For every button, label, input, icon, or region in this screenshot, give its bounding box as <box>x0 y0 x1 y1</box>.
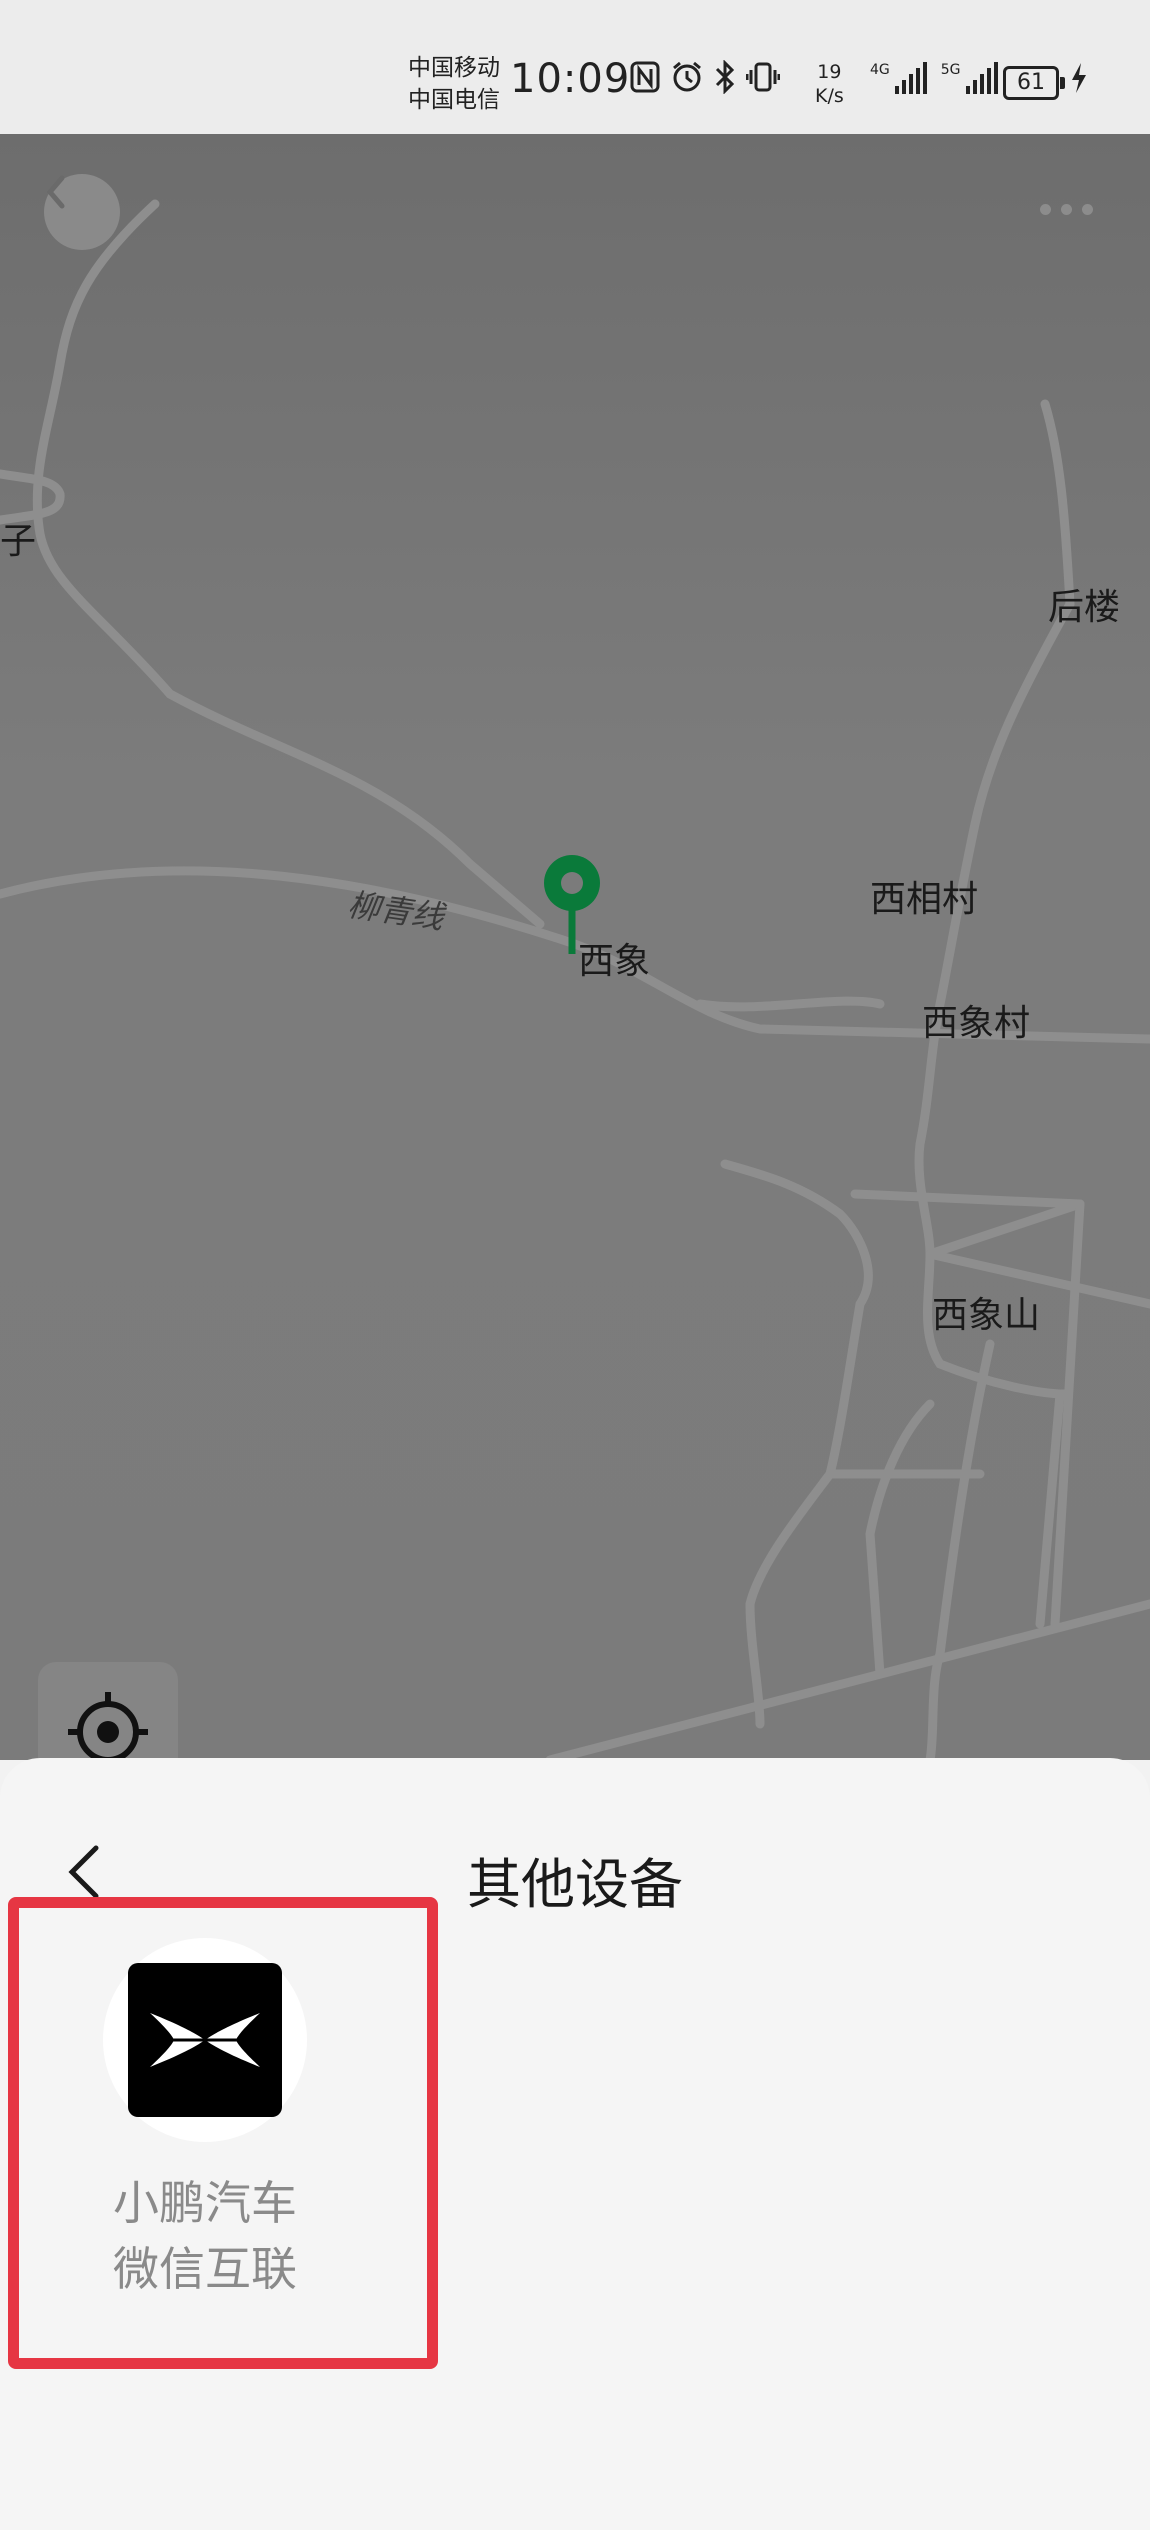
map-label-houlou: 后楼 <box>1048 587 1121 628</box>
map-label-zi: 子 <box>0 521 37 562</box>
my-location-button[interactable] <box>38 1662 178 1760</box>
net-speed-unit: K/s <box>815 85 844 107</box>
map-label-xixiangcun-a: 西相村 <box>870 879 979 920</box>
vibrate-icon <box>745 60 781 102</box>
location-pin-icon[interactable] <box>537 850 607 960</box>
crosshair-icon <box>68 1692 148 1760</box>
nfc-icon <box>630 61 660 101</box>
sim2-signal-icon: 5G <box>941 62 998 94</box>
xpeng-logo-icon <box>128 1963 282 2117</box>
status-icons <box>630 59 781 102</box>
map-back-button[interactable] <box>44 174 120 250</box>
clock: 10:09 <box>510 56 631 102</box>
signal-indicators: 4G 5G <box>870 62 998 94</box>
charging-icon <box>1070 62 1088 102</box>
chevron-left-icon <box>46 175 65 209</box>
map-label-xixiangcun-b: 西象村 <box>922 1003 1031 1044</box>
network-speed: 19 K/s <box>815 60 844 108</box>
device-name: 小鹏汽车 微信互联 <box>60 2170 350 2302</box>
device-item-xpeng[interactable]: 小鹏汽车 微信互联 <box>60 1938 350 2302</box>
sim1-signal-icon: 4G <box>870 62 927 94</box>
alarm-icon <box>670 60 704 102</box>
map-label-xixiangshan: 西象山 <box>932 1295 1041 1336</box>
device-icon-circle <box>103 1938 307 2142</box>
other-devices-sheet: 其他设备 小鹏汽车 微信互联 <box>0 1758 1150 2530</box>
map-view[interactable]: 子 后楼 西相村 西象 西象村 西象山 柳青线 <box>0 134 1150 1760</box>
sim2-network-type: 5G <box>940 62 961 78</box>
carrier-1: 中国移动 <box>408 55 500 81</box>
net-speed-value: 19 <box>817 61 842 83</box>
device-name-line1: 小鹏汽车 <box>113 2176 297 2230</box>
status-bar: 中国移动 中国电信 10:09 19 K/s 4G 5G 61 <box>0 0 1150 134</box>
bluetooth-icon <box>714 59 736 102</box>
sim1-network-type: 4G <box>870 62 890 78</box>
more-options-icon[interactable] <box>1040 204 1093 215</box>
carrier-2: 中国电信 <box>408 87 500 113</box>
device-name-line2: 微信互联 <box>113 2242 297 2296</box>
carrier-info: 中国移动 中国电信 <box>408 52 500 116</box>
battery-icon: 61 <box>1003 66 1065 100</box>
